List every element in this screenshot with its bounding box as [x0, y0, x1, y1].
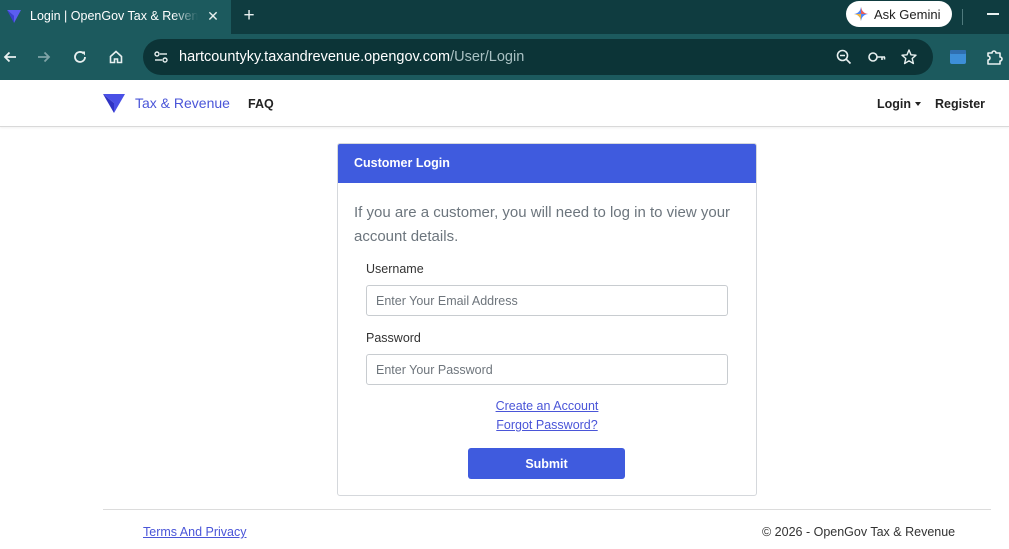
- nav-login-dropdown[interactable]: Login: [877, 97, 911, 111]
- login-intro-text: If you are a customer, you will need to …: [354, 204, 731, 245]
- home-icon[interactable]: [106, 46, 126, 68]
- nav-register-link[interactable]: Register: [935, 97, 985, 111]
- forward-icon[interactable]: [34, 46, 54, 68]
- zoom-icon[interactable]: [835, 48, 853, 66]
- create-account-link[interactable]: Create an Account: [338, 399, 756, 413]
- url-text: hartcountyky.taxandrevenue.opengov.com/U…: [179, 49, 524, 65]
- nav-faq-link[interactable]: FAQ: [248, 97, 274, 111]
- username-label: Username: [366, 262, 424, 276]
- terms-privacy-link[interactable]: Terms And Privacy: [143, 525, 247, 539]
- browser-tab[interactable]: Login | OpenGov Tax & Revenue ✕: [0, 0, 231, 34]
- site-navbar: Tax & Revenue FAQ Login Register: [0, 80, 1009, 127]
- star-icon[interactable]: [900, 48, 918, 66]
- url-host: hartcountyky.taxandrevenue.opengov.com: [179, 49, 451, 65]
- browser-toolbar: hartcountyky.taxandrevenue.opengov.com/U…: [0, 34, 1009, 80]
- minimize-window-icon[interactable]: [987, 13, 999, 15]
- back-icon[interactable]: [0, 46, 20, 68]
- opengov-favicon-icon: [7, 10, 21, 23]
- site-info-icon[interactable]: [151, 47, 171, 67]
- password-input[interactable]: [366, 354, 728, 385]
- extension-icon[interactable]: [949, 48, 967, 66]
- key-icon[interactable]: [867, 48, 887, 66]
- footer-copyright: © 2026 - OpenGov Tax & Revenue: [762, 525, 956, 539]
- opengov-logo-icon[interactable]: [103, 93, 125, 113]
- submit-button[interactable]: Submit: [468, 448, 625, 479]
- card-header: Customer Login: [338, 144, 756, 183]
- gemini-sparkle-icon: [854, 7, 868, 21]
- new-tab-icon[interactable]: +: [240, 5, 258, 27]
- chrome-separator: [962, 9, 963, 25]
- ask-gemini-button[interactable]: Ask Gemini: [846, 1, 952, 27]
- brand-name-link[interactable]: Tax & Revenue: [135, 95, 230, 111]
- tab-title: Login | OpenGov Tax & Revenue: [30, 9, 198, 23]
- tab-close-icon[interactable]: ✕: [205, 6, 221, 26]
- forgot-password-link[interactable]: Forgot Password?: [338, 418, 756, 432]
- url-path: /User/Login: [450, 49, 525, 65]
- puzzle-icon[interactable]: [985, 47, 1005, 67]
- password-label: Password: [366, 331, 421, 345]
- username-input[interactable]: [366, 285, 728, 316]
- ask-gemini-label: Ask Gemini: [874, 7, 941, 22]
- footer-divider: [103, 509, 991, 510]
- address-bar[interactable]: hartcountyky.taxandrevenue.opengov.com/U…: [143, 39, 933, 75]
- reload-icon[interactable]: [70, 46, 90, 68]
- card-title: Customer Login: [354, 156, 450, 170]
- browser-tab-strip: Login | OpenGov Tax & Revenue ✕ + Ask Ge…: [0, 0, 1009, 34]
- caret-down-icon[interactable]: [915, 102, 921, 106]
- customer-login-card: Customer Login If you are a customer, yo…: [337, 143, 757, 496]
